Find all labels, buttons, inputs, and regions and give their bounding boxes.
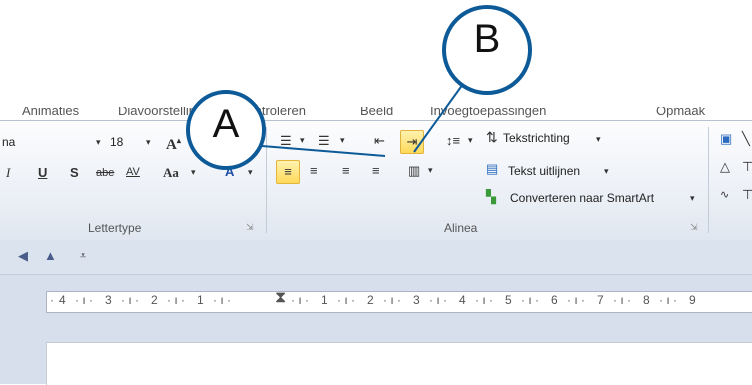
callout-a-line xyxy=(261,145,386,157)
callout-lines xyxy=(261,83,464,157)
callout-b-letter: B xyxy=(473,17,501,61)
callout-b: B xyxy=(442,5,532,95)
callout-a: A xyxy=(186,90,266,170)
callout-a-letter: A xyxy=(212,102,240,146)
callout-b-line xyxy=(413,83,464,153)
